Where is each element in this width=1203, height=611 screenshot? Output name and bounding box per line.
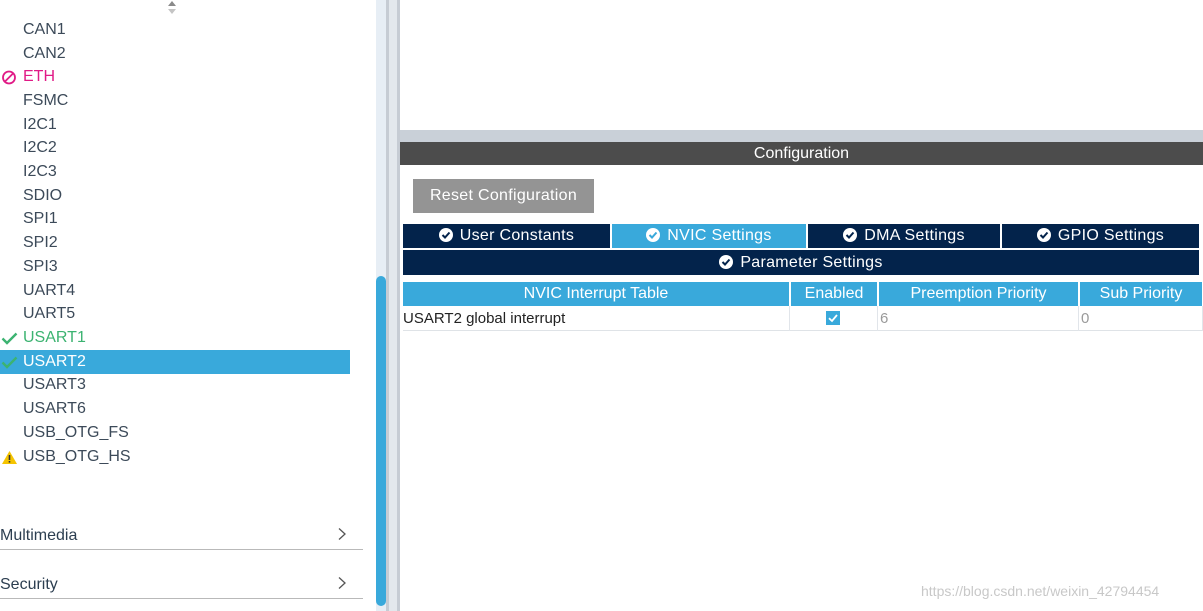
mode-pane: [400, 0, 1203, 130]
peripheral-item-usart3[interactable]: USART3: [0, 373, 350, 397]
peripheral-label: ETH: [23, 68, 55, 85]
tab-parameter-settings[interactable]: Parameter Settings: [403, 250, 1199, 275]
peripheral-label: SDIO: [23, 187, 63, 204]
column-divider: [877, 306, 878, 331]
enabled-checkbox[interactable]: [826, 311, 840, 325]
preemption-priority-value[interactable]: 6: [880, 306, 888, 331]
category-security[interactable]: Security: [0, 569, 363, 599]
peripheral-item-usart6[interactable]: USART6: [0, 397, 350, 421]
disabled-icon: [2, 70, 16, 85]
category-label: Multimedia: [0, 527, 78, 544]
check-circle-icon: [438, 228, 453, 242]
tab-user-constants[interactable]: User Constants: [403, 224, 610, 248]
peripheral-label: I2C3: [23, 163, 57, 180]
configuration-header: Configuration: [400, 142, 1203, 165]
peripheral-panel: CAN1 CAN2 ETH FSMC I2C1 I2C2 I2C3 SDIO S…: [0, 0, 376, 611]
peripheral-item-fsmc[interactable]: FSMC: [0, 89, 350, 113]
peripheral-item-spi2[interactable]: SPI2: [0, 231, 350, 255]
column-divider: [789, 306, 790, 331]
tab-label: GPIO Settings: [1057, 227, 1165, 244]
check-circle-icon: [719, 255, 734, 269]
check-circle-icon: [646, 228, 661, 242]
tab-dma-settings[interactable]: DMA Settings: [808, 224, 1000, 248]
peripheral-item-usb-otg-fs[interactable]: USB_OTG_FS: [0, 421, 350, 445]
peripheral-item-uart4[interactable]: UART4: [0, 279, 350, 303]
checkbox-checked-icon: [826, 311, 840, 325]
tab-nvic-settings[interactable]: NVIC Settings: [612, 224, 806, 248]
peripheral-item-can1[interactable]: CAN1: [0, 18, 350, 42]
peripheral-label: I2C1: [23, 116, 57, 133]
category-label: Security: [0, 576, 58, 593]
tab-label: DMA Settings: [864, 227, 965, 244]
peripheral-item-i2c1[interactable]: I2C1: [0, 113, 350, 137]
peripheral-label: FSMC: [23, 92, 69, 109]
watermark: https://blog.csdn.net/weixin_42794454: [921, 583, 1160, 599]
tab-gpio-settings[interactable]: GPIO Settings: [1002, 224, 1199, 248]
peripheral-item-can2[interactable]: CAN2: [0, 42, 350, 66]
peripheral-item-usart2[interactable]: USART2: [0, 350, 350, 374]
sort-icon[interactable]: [165, 0, 179, 16]
check-circle-icon: [1036, 228, 1051, 242]
column-header-preemption-priority[interactable]: Preemption Priority: [879, 282, 1078, 306]
reset-configuration-button[interactable]: Reset Configuration: [413, 179, 594, 213]
tab-label: Parameter Settings: [740, 254, 883, 271]
splitter-grip: [389, 0, 397, 611]
peripheral-label: SPI1: [23, 210, 58, 227]
peripheral-label: SPI2: [23, 234, 58, 251]
peripheral-item-eth[interactable]: ETH: [0, 65, 350, 89]
category-multimedia[interactable]: Multimedia: [0, 520, 363, 550]
peripheral-item-usb-otg-hs[interactable]: USB_OTG_HS: [0, 445, 350, 469]
column-divider: [1078, 306, 1079, 331]
peripheral-label: UART5: [23, 305, 76, 322]
peripheral-item-i2c3[interactable]: I2C3: [0, 160, 350, 184]
peripheral-item-spi3[interactable]: SPI3: [0, 255, 350, 279]
scrollbar-thumb[interactable]: [376, 276, 386, 606]
tab-label: NVIC Settings: [667, 227, 772, 244]
peripheral-label: UART4: [23, 282, 76, 299]
chevron-right-icon: [338, 577, 346, 589]
warning-icon: [2, 451, 17, 464]
peripheral-item-uart5[interactable]: UART5: [0, 302, 350, 326]
peripheral-label: USART3: [23, 376, 86, 393]
peripheral-label: I2C2: [23, 139, 57, 156]
peripheral-item-sdio[interactable]: SDIO: [0, 184, 350, 208]
peripheral-label: USART1: [23, 329, 86, 346]
peripheral-label: USART6: [23, 400, 86, 417]
peripheral-label: USB_OTG_HS: [23, 448, 131, 465]
interrupt-name-cell: USART2 global interrupt: [403, 310, 566, 327]
peripheral-item-spi1[interactable]: SPI1: [0, 207, 350, 231]
column-header-enabled[interactable]: Enabled: [791, 282, 877, 306]
column-header-sub-priority[interactable]: Sub Priority: [1080, 282, 1202, 306]
peripheral-label: CAN1: [23, 21, 66, 38]
check-circle-icon: [843, 228, 858, 242]
sub-priority-value[interactable]: 0: [1081, 306, 1089, 331]
column-header-interrupt[interactable]: NVIC Interrupt Table: [403, 282, 789, 306]
peripheral-label: USART2: [23, 353, 86, 370]
peripheral-item-i2c2[interactable]: I2C2: [0, 136, 350, 160]
peripheral-label: USB_OTG_FS: [23, 424, 129, 441]
chevron-right-icon: [338, 528, 346, 540]
tab-label: User Constants: [459, 227, 575, 244]
peripheral-label: SPI3: [23, 258, 58, 275]
peripheral-item-usart1[interactable]: USART1: [0, 326, 350, 350]
horizontal-splitter[interactable]: [400, 130, 1203, 142]
check-icon: [1, 332, 18, 345]
peripheral-label: CAN2: [23, 45, 66, 62]
check-icon: [1, 356, 18, 369]
